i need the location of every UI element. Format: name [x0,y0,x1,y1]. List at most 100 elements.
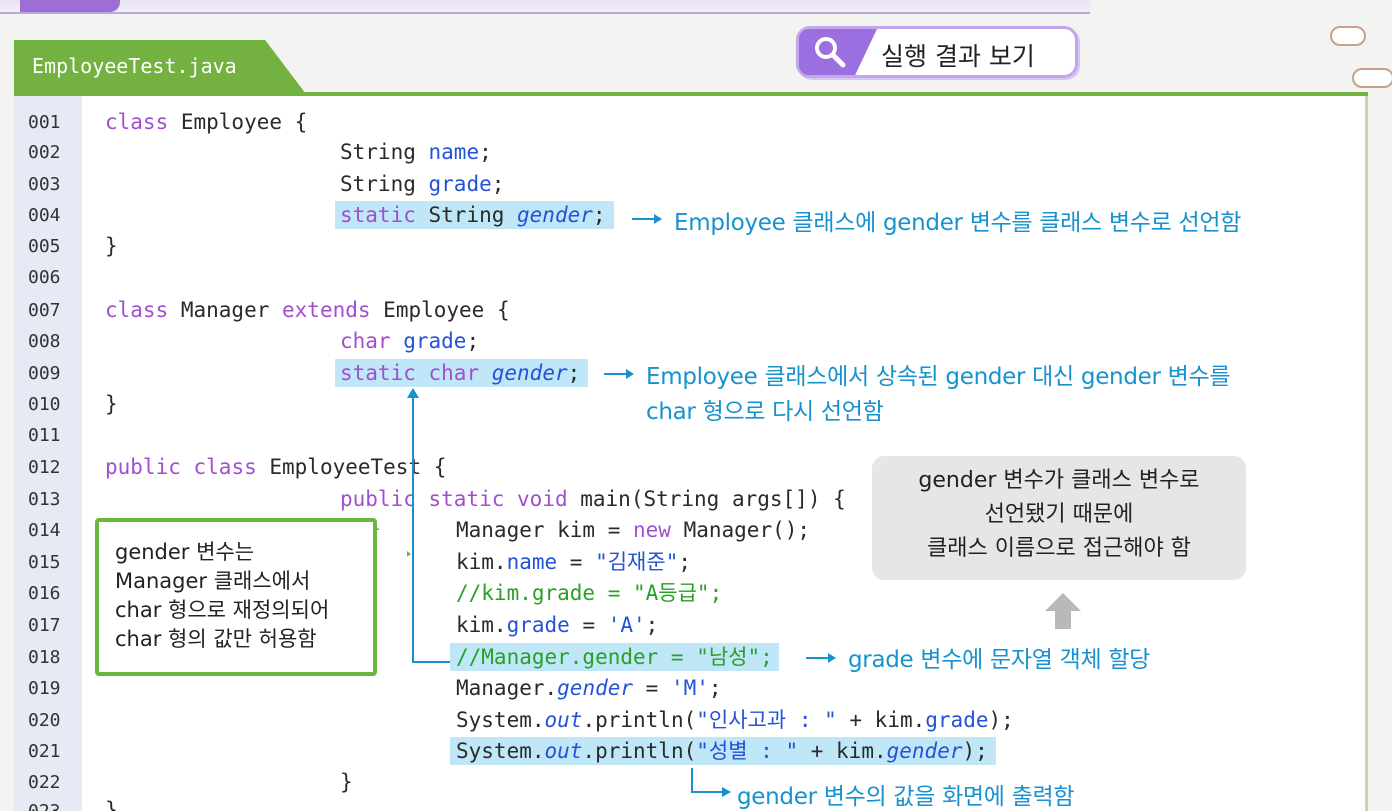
line-number: 007 [28,300,61,321]
arrow-right-icon [632,214,662,224]
code-line-001: class Employee { [105,108,307,136]
code-token: ; [645,613,659,637]
note-line-009-b: char 형으로 다시 선언함 [646,399,884,425]
code-token: name [506,550,558,574]
code-token: "김재준" [595,550,679,574]
code-token: gender [517,203,593,227]
callout-text: 선언됐기 때문에 [984,502,1134,527]
code-token: } [105,234,118,258]
code-line-012: public class EmployeeTest { [105,453,446,481]
file-tab-label: EmployeeTest.java [32,54,237,78]
arrow-right-icon [604,369,634,379]
code-token: ; [708,676,722,700]
code-token: ; [479,140,492,164]
callout-text: gender 변수는 [115,540,255,564]
line-number-gutter [14,96,82,811]
code-line-003: String grade; [340,170,504,198]
code-token: //kim.grade = "A등급"; [456,581,723,605]
code-token: out [544,739,583,763]
code-line-019: Manager.gender = 'M'; [456,674,722,702]
code-token: System. [456,739,545,763]
line-number: 004 [28,205,61,226]
code-token: Manager [168,298,283,322]
callout-text: char 형의 값만 허용함 [115,627,317,651]
line-number: 011 [28,425,61,446]
note-line-004: Employee 클래스에 gender 변수를 클래스 변수로 선언함 [674,210,1242,236]
line-number: 003 [28,174,61,195]
code-line-010: } [105,390,118,418]
line-number: 005 [28,236,61,257]
search-icon [815,37,846,68]
code-token: gender [491,361,568,385]
note-line-018: grade 변수에 문자열 객체 할당 [848,647,1151,673]
code-token: .println( [582,739,697,763]
code-token: char [428,361,480,385]
code-line-021: System.out.println("성별 : " + kim.gender)… [450,737,996,765]
line-number: 006 [28,267,61,288]
code-token: char [340,329,391,353]
code-token: gender [557,676,634,700]
code-line-023: } [105,796,118,811]
code-token: void [517,487,568,511]
code-token: main(String args[]) { [567,487,846,511]
code-token: grade [925,708,989,732]
connector-arrow [407,388,450,663]
code-token: "인사고과 : " [696,708,837,732]
note-line-021: gender 변수의 값을 화면에 출력함 [737,784,1075,810]
line-number: 019 [28,678,61,699]
line-number: 015 [28,552,61,573]
line-number: 021 [28,741,61,762]
line-number: 016 [28,583,61,604]
code-line-018: //Manager.gender = "남성"; [450,643,779,671]
code-line-008: char grade; [340,327,479,355]
code-token: } [340,770,353,794]
run-result-label: 실행 결과 보기 [881,42,1035,71]
line-number: 022 [28,772,61,793]
code-token: Manager kim = [456,518,634,542]
code-token: static [340,203,416,227]
code-token: public [105,455,181,479]
code-token: grade [428,172,492,196]
code-token: ; [491,172,505,196]
code-line-016: //kim.grade = "A등급"; [456,579,722,607]
code-token: Employee { [370,298,510,322]
code-token: static [340,361,416,385]
run-result-button[interactable]: 실행 결과 보기 [796,26,1078,78]
line-number: 017 [28,615,61,636]
code-token: } [105,798,118,811]
code-token: //Manager.gender = "남성"; [456,645,773,669]
code-line-004: static String gender; [335,201,614,229]
section-tag [20,0,120,12]
code-token: grade [506,613,570,637]
callout-text: gender 변수가 클래스 변수로 [918,468,1200,493]
file-tab[interactable]: EmployeeTest.java [14,40,306,94]
code-token: ); [988,708,1014,732]
arrow-right-icon [806,653,836,663]
code-line-020: System.out.println("인사고과 : " + kim.grade… [456,706,1014,734]
code-token: gender [886,739,963,763]
code-token: = [557,550,596,574]
note-line-009-a: Employee 클래스에서 상속된 gender 대신 gender 변수를 [646,364,1231,390]
code-line-002: String name; [340,138,492,166]
cloud-decoration [1352,68,1392,88]
code-line-009: static char gender; [335,359,589,387]
line-number: 008 [28,331,61,352]
line-number: 001 [28,112,61,133]
line-number: 002 [28,142,61,163]
connector-arrow-down [691,768,731,797]
code-token: name [428,140,480,164]
code-line-022: } [340,768,353,796]
code-token: ; [567,361,581,385]
line-number: 013 [28,489,61,510]
code-token: class [105,298,169,322]
code-token: Employee { [168,110,308,134]
code-token: ); [962,739,988,763]
code-token: out [544,708,583,732]
line-number: 009 [28,363,61,384]
code-token: } [105,392,118,416]
